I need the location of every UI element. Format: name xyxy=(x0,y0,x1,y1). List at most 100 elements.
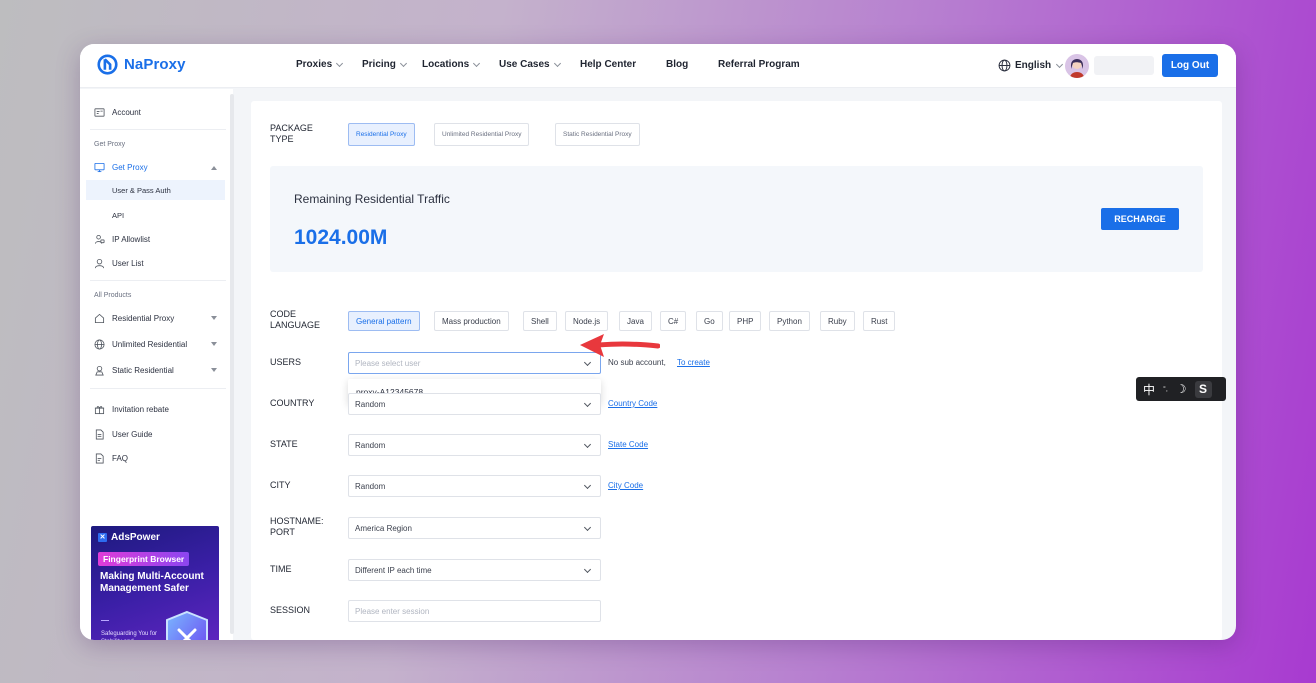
location-user-icon xyxy=(95,365,104,376)
sidebar-item-user-list[interactable]: User List xyxy=(94,258,144,269)
sidebar-item-user-guide[interactable]: User Guide xyxy=(94,429,152,440)
user-icon xyxy=(94,258,105,269)
chevron-down-icon xyxy=(336,59,344,67)
package-residential-proxy[interactable]: Residential Proxy xyxy=(348,123,415,146)
ad-tagline: Safeguarding You for Stability and Accel… xyxy=(101,631,158,640)
package-type-label: PACKAGE TYPE xyxy=(270,123,313,144)
sidebar-item-static-residential[interactable]: Static Residential xyxy=(94,365,174,376)
sidebar-section-get-proxy: Get Proxy xyxy=(94,141,126,148)
code-python[interactable]: Python xyxy=(769,311,810,331)
naproxy-logo-icon xyxy=(97,54,118,75)
traffic-title: Remaining Residential Traffic xyxy=(294,192,450,206)
ime-logo-icon[interactable]: S xyxy=(1194,380,1212,398)
caret-down-icon xyxy=(211,316,217,320)
code-csharp[interactable]: C# xyxy=(660,311,687,331)
main-panel: PACKAGE TYPE Residential Proxy Unlimited… xyxy=(251,101,1222,640)
username-redacted xyxy=(1094,56,1154,75)
city-select[interactable]: Random xyxy=(348,475,601,497)
globe-icon xyxy=(998,59,1011,72)
users-label: USERS xyxy=(270,357,302,367)
code-rust[interactable]: Rust xyxy=(863,311,896,331)
sidebar-scrollbar[interactable] xyxy=(230,94,234,634)
chevron-down-icon xyxy=(399,59,407,67)
chevron-down-icon xyxy=(583,481,592,490)
user-avatar[interactable] xyxy=(1065,54,1089,78)
country-select[interactable]: Random xyxy=(348,393,601,415)
caret-down-icon xyxy=(211,368,217,372)
sidebar-item-get-proxy[interactable]: Get Proxy xyxy=(94,162,148,173)
hostname-port-label: HOSTNAME: PORT xyxy=(270,516,324,537)
ime-toolbar[interactable]: 中 °, ☽ S xyxy=(1136,377,1226,401)
nav-pricing[interactable]: Pricing xyxy=(362,59,410,70)
state-code-link[interactable]: State Code xyxy=(608,440,648,449)
nav-locations[interactable]: Locations xyxy=(422,59,486,70)
time-label: TIME xyxy=(270,564,292,574)
logout-button[interactable]: Log Out xyxy=(1162,54,1218,77)
city-code-link[interactable]: City Code xyxy=(608,481,643,490)
code-php[interactable]: PHP xyxy=(729,311,762,331)
sidebar-section-all-products: All Products xyxy=(94,292,132,299)
sidebar-item-invitation-rebate[interactable]: Invitation rebate xyxy=(94,404,169,415)
ad-divider xyxy=(101,620,109,621)
ime-punctuation-toggle[interactable]: °, xyxy=(1163,386,1168,393)
code-mass-production[interactable]: Mass production xyxy=(434,311,509,331)
nav-proxies[interactable]: Proxies xyxy=(296,59,350,70)
code-go[interactable]: Go xyxy=(696,311,723,331)
caret-up-icon xyxy=(211,166,217,170)
code-ruby[interactable]: Ruby xyxy=(820,311,855,331)
sidebar-divider xyxy=(90,280,226,281)
sidebar-item-unlimited-residential[interactable]: Unlimited Residential xyxy=(94,339,187,350)
caret-down-icon xyxy=(211,342,217,346)
to-create-link[interactable]: To create xyxy=(677,358,710,367)
sidebar-item-faq[interactable]: FAQ xyxy=(94,453,128,464)
faq-document-icon xyxy=(95,453,104,464)
package-static-residential-proxy[interactable]: Static Residential Proxy xyxy=(555,123,640,146)
hostname-select[interactable]: America Region xyxy=(348,517,601,539)
home-icon xyxy=(94,313,105,324)
time-select[interactable]: Different IP each time xyxy=(348,559,601,581)
code-language-label: CODE LANGUAGE xyxy=(270,309,321,330)
chevron-down-icon xyxy=(473,59,481,67)
chevron-down-icon xyxy=(583,399,592,408)
sidebar-item-residential-proxy[interactable]: Residential Proxy xyxy=(94,313,174,324)
gift-icon xyxy=(94,406,105,415)
nav-use-cases[interactable]: Use Cases xyxy=(499,59,569,70)
nav-help-center[interactable]: Help Center xyxy=(580,59,652,70)
recharge-button[interactable]: RECHARGE xyxy=(1101,208,1179,230)
sidebar-item-ip-allowlist[interactable]: IP Allowlist xyxy=(94,234,150,245)
users-placeholder: Please select user xyxy=(355,358,421,368)
language-selector[interactable]: English xyxy=(998,59,1064,72)
brand-name: NaProxy xyxy=(124,56,186,73)
ime-language-toggle[interactable]: 中 xyxy=(1143,381,1155,398)
sidebar-divider xyxy=(90,129,226,130)
session-input[interactable]: Please enter session xyxy=(348,600,601,622)
sidebar-item-account[interactable]: Account xyxy=(94,107,141,118)
nav-referral-program[interactable]: Referral Program xyxy=(718,59,808,70)
sidebar-divider xyxy=(90,388,226,389)
main-menu: Proxies Pricing Locations Use Cases Help… xyxy=(296,59,808,70)
country-code-link[interactable]: Country Code xyxy=(608,399,657,408)
shield-icon xyxy=(166,610,208,640)
moon-icon[interactable]: ☽ xyxy=(1176,382,1187,396)
brand-logo[interactable]: NaProxy xyxy=(97,54,186,75)
code-shell[interactable]: Shell xyxy=(523,311,557,331)
country-label: COUNTRY xyxy=(270,398,315,408)
avatar-icon xyxy=(1065,54,1089,78)
chevron-down-icon xyxy=(583,565,592,574)
sidebar-item-user-pass-auth[interactable]: User & Pass Auth xyxy=(112,186,171,195)
globe-icon xyxy=(94,339,105,350)
sidebar-item-api[interactable]: API xyxy=(112,211,124,220)
package-unlimited-residential-proxy[interactable]: Unlimited Residential Proxy xyxy=(434,123,530,146)
chevron-down-icon xyxy=(583,440,592,449)
account-card-icon xyxy=(94,108,105,117)
code-nodejs[interactable]: Node.js xyxy=(565,311,609,331)
adspower-ad-banner[interactable]: ✕ AdsPower Fingerprint Browser Making Mu… xyxy=(91,526,219,640)
chevron-down-icon xyxy=(583,523,592,532)
code-general-pattern[interactable]: General pattern xyxy=(348,311,420,331)
state-label: STATE xyxy=(270,439,298,449)
traffic-value: 1024.00M xyxy=(294,226,388,249)
state-select[interactable]: Random xyxy=(348,434,601,456)
code-java[interactable]: Java xyxy=(619,311,652,331)
nav-blog[interactable]: Blog xyxy=(666,59,696,70)
chevron-down-icon xyxy=(553,59,561,67)
